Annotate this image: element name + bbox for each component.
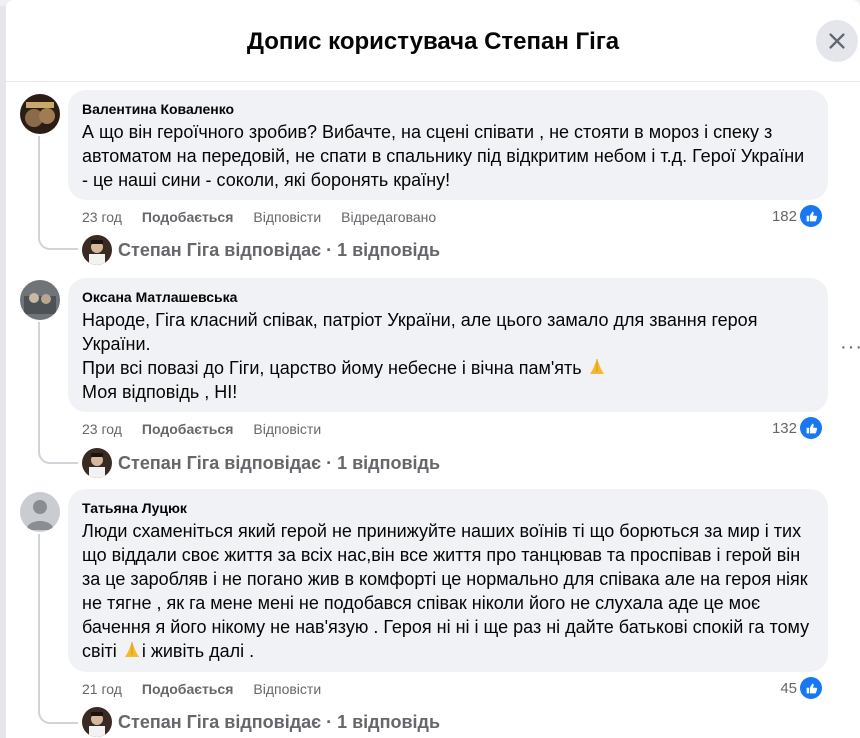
like-button[interactable]: Подобається bbox=[142, 681, 233, 697]
avatar[interactable] bbox=[20, 94, 60, 134]
like-button[interactable]: Подобається bbox=[142, 209, 233, 225]
comment-actions: 23 год Подобається Відповісти bbox=[82, 421, 321, 437]
reply-summary: Степан Гіга відповідає · 1 відповідь bbox=[118, 239, 441, 260]
reaction-summary[interactable]: 182 bbox=[772, 205, 822, 227]
comment-author[interactable]: Валентина Коваленко bbox=[82, 100, 814, 118]
reply-button[interactable]: Відповісти bbox=[253, 209, 321, 225]
view-replies-link[interactable]: Степан Гіга відповідає · 1 відповідь bbox=[82, 235, 440, 265]
more-options-icon[interactable]: ··· bbox=[840, 336, 860, 359]
reply-summary: Степан Гіга відповідає · 1 відповідь bbox=[118, 711, 441, 732]
comment-text: А що він героїчного зробив? Вибачте, на … bbox=[82, 122, 810, 190]
avatar[interactable] bbox=[20, 492, 60, 532]
comment-time[interactable]: 23 год bbox=[82, 421, 122, 437]
reply-button[interactable]: Відповісти bbox=[253, 421, 321, 437]
reaction-count: 132 bbox=[771, 419, 797, 437]
avatar[interactable] bbox=[20, 280, 60, 320]
thread-connector bbox=[38, 234, 78, 250]
thread-line bbox=[38, 322, 40, 450]
like-reaction-icon bbox=[800, 205, 822, 227]
edited-label[interactable]: Відредаговано bbox=[341, 209, 436, 225]
folded-hands-icon bbox=[122, 640, 142, 660]
folded-hands-icon bbox=[587, 357, 607, 377]
view-replies-link[interactable]: Степан Гіга відповідає · 1 відповідь bbox=[82, 707, 440, 737]
like-button[interactable]: Подобається bbox=[142, 421, 233, 437]
reply-avatar bbox=[82, 235, 112, 265]
comment-time[interactable]: 23 год bbox=[82, 209, 122, 225]
thread-connector bbox=[38, 708, 78, 724]
comment-text-fragment: і живіть далі . bbox=[141, 641, 255, 661]
comment-text-fragment: Люди схаменіться який герой не принижуйт… bbox=[82, 521, 815, 661]
like-reaction-icon bbox=[800, 677, 822, 699]
comment-author[interactable]: Татьяна Луцюк bbox=[82, 499, 814, 517]
comment-bubble: Валентина Коваленко А що він героїчного … bbox=[68, 90, 828, 200]
dialog-header: Допис користувача Степан Гіга bbox=[6, 0, 860, 82]
comment-bubble: Татьяна Луцюк Люди схаменіться який геро… bbox=[68, 489, 828, 672]
reaction-summary[interactable]: 132 bbox=[772, 417, 822, 439]
close-icon bbox=[829, 33, 845, 49]
comment-actions: 23 год Подобається Відповісти Відредагов… bbox=[82, 209, 436, 225]
close-button[interactable] bbox=[816, 20, 858, 62]
reply-avatar bbox=[82, 448, 112, 478]
comment-text-fragment: При всі повазі до Гіги, царство йому неб… bbox=[82, 358, 582, 378]
thread-connector bbox=[38, 448, 78, 464]
comment-bubble: Оксана Матлашевська Народе, Гіга класний… bbox=[68, 278, 828, 412]
dialog-title: Допис користувача Степан Гіга bbox=[246, 28, 620, 55]
comment-author[interactable]: Оксана Матлашевська bbox=[82, 288, 814, 306]
view-replies-link[interactable]: Степан Гіга відповідає · 1 відповідь bbox=[82, 448, 440, 478]
like-reaction-icon bbox=[800, 417, 822, 439]
comment-actions: 21 год Подобається Відповісти bbox=[82, 681, 321, 697]
comment-text-line: Народе, Гіга класний співак, патріот Укр… bbox=[82, 310, 763, 354]
comment-text-line: При всі повазі до Гіги, царство йому неб… bbox=[82, 356, 814, 380]
thread-line bbox=[38, 534, 40, 710]
comment-text: Люди схаменіться який герой не принижуйт… bbox=[82, 519, 814, 663]
reaction-summary[interactable]: 45 bbox=[780, 677, 822, 699]
reply-summary: Степан Гіга відповідає · 1 відповідь bbox=[118, 452, 441, 473]
reply-button[interactable]: Відповісти bbox=[253, 681, 321, 697]
reaction-count: 182 bbox=[771, 207, 797, 225]
reaction-count: 45 bbox=[780, 679, 797, 697]
reply-avatar bbox=[82, 707, 112, 737]
comment-text-line: Моя відповідь , НІ! bbox=[82, 382, 238, 402]
comment-time[interactable]: 21 год bbox=[82, 681, 122, 697]
post-dialog: Допис користувача Степан Гіга Валентина … bbox=[6, 0, 860, 738]
thread-line bbox=[38, 136, 40, 236]
